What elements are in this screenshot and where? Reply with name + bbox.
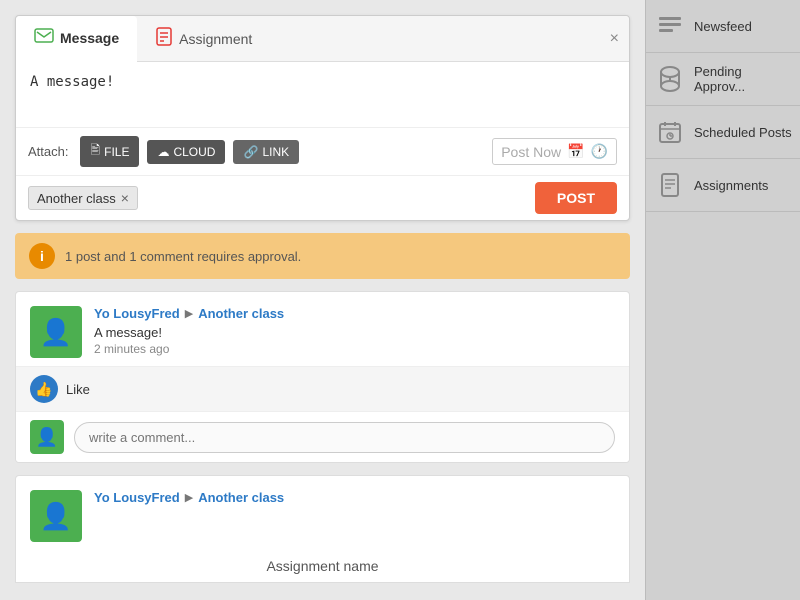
tab-message[interactable]: Message	[16, 16, 137, 62]
cloud-icon: ☁	[157, 145, 169, 159]
attach-label: Attach:	[28, 144, 68, 159]
comment-row-1: 👤	[16, 411, 629, 462]
post-arrow-1: ▶	[185, 307, 193, 320]
compose-tabs: Message Assignment ×	[16, 16, 629, 62]
comment-input-1[interactable]	[74, 422, 615, 453]
pending-icon	[654, 63, 686, 95]
post-now-label: Post Now	[501, 144, 561, 160]
avatar-2: 👤	[30, 490, 82, 542]
compose-actions: Attach: 🖹 FILE ☁ CLOUD 🔗 LINK Post Now 📅…	[16, 127, 629, 175]
post-card-1: 👤 Yo LousyFred ▶ Another class A message…	[15, 291, 630, 463]
post-time-1: 2 minutes ago	[94, 342, 615, 356]
avatar-icon-1: 👤	[40, 317, 72, 348]
sidebar-item-scheduled[interactable]: Scheduled Posts	[646, 106, 800, 159]
sidebar: Newsfeed Pending Approv...	[645, 0, 800, 600]
post-button[interactable]: POST	[535, 182, 617, 214]
sidebar-item-scheduled-label: Scheduled Posts	[694, 125, 792, 140]
recipient-name: Another class	[37, 191, 116, 206]
calendar-icon: 📅	[567, 143, 584, 160]
comment-avatar-1: 👤	[30, 420, 64, 454]
sidebar-item-newsfeed-label: Newsfeed	[694, 19, 752, 34]
notification-icon: i	[29, 243, 55, 269]
attach-link-button[interactable]: 🔗 LINK	[233, 140, 299, 164]
sidebar-item-newsfeed[interactable]: Newsfeed	[646, 0, 800, 53]
main-content: Message Assignment × A message! Attach:	[0, 0, 645, 600]
post-meta-1: Yo LousyFred ▶ Another class A message! …	[94, 306, 615, 356]
assignment-name-2: Assignment name	[16, 550, 629, 582]
message-tab-icon	[34, 28, 54, 49]
recipient-remove-button[interactable]: ×	[121, 190, 129, 206]
post-header-1: 👤 Yo LousyFred ▶ Another class A message…	[16, 292, 629, 366]
like-bar-1[interactable]: 👍 Like	[16, 366, 629, 411]
like-icon-1: 👍	[30, 375, 58, 403]
notification-text: 1 post and 1 comment requires approval.	[65, 249, 301, 264]
attach-file-button[interactable]: 🖹 FILE	[80, 136, 139, 167]
recipient-tag: Another class ×	[28, 186, 138, 210]
post-author-2[interactable]: Yo LousyFred	[94, 490, 180, 505]
post-author-1[interactable]: Yo LousyFred	[94, 306, 180, 321]
avatar-1: 👤	[30, 306, 82, 358]
file-icon: 🖹	[90, 141, 100, 162]
clock-icon: 🕐	[591, 143, 608, 160]
compose-box: Message Assignment × A message! Attach:	[15, 15, 630, 221]
tab-message-label: Message	[60, 30, 119, 46]
sidebar-item-pending[interactable]: Pending Approv...	[646, 53, 800, 106]
post-class-1[interactable]: Another class	[198, 306, 284, 321]
compose-close-button[interactable]: ×	[610, 30, 619, 48]
notification-bar: i 1 post and 1 comment requires approval…	[15, 233, 630, 279]
post-date-input[interactable]: Post Now 📅 🕐	[492, 138, 617, 165]
post-author-line-1: Yo LousyFred ▶ Another class	[94, 306, 615, 321]
avatar-icon-2: 👤	[40, 501, 72, 532]
post-class-2[interactable]: Another class	[198, 490, 284, 505]
recipient-row: Another class × POST	[16, 175, 629, 220]
assignments-icon	[654, 169, 686, 201]
post-meta-2: Yo LousyFred ▶ Another class	[94, 490, 615, 509]
attach-cloud-button[interactable]: ☁ CLOUD	[147, 140, 225, 164]
sidebar-item-assignments-label: Assignments	[694, 178, 768, 193]
newsfeed-icon	[654, 10, 686, 42]
scheduled-icon	[654, 116, 686, 148]
compose-textarea[interactable]: A message!	[16, 62, 629, 122]
comment-avatar-icon-1: 👤	[36, 427, 58, 448]
sidebar-item-assignments[interactable]: Assignments	[646, 159, 800, 212]
post-author-line-2: Yo LousyFred ▶ Another class	[94, 490, 615, 505]
tab-assignment-label: Assignment	[179, 31, 252, 47]
tab-assignment[interactable]: Assignment	[137, 16, 270, 61]
post-header-2: 👤 Yo LousyFred ▶ Another class	[16, 476, 629, 550]
post-body-1: A message!	[94, 325, 615, 340]
link-icon: 🔗	[243, 145, 258, 159]
post-arrow-2: ▶	[185, 491, 193, 504]
like-label-1: Like	[66, 382, 90, 397]
assignment-tab-icon	[155, 26, 173, 51]
post-card-2: 👤 Yo LousyFred ▶ Another class Assignmen…	[15, 475, 630, 583]
sidebar-item-pending-label: Pending Approv...	[694, 64, 792, 94]
